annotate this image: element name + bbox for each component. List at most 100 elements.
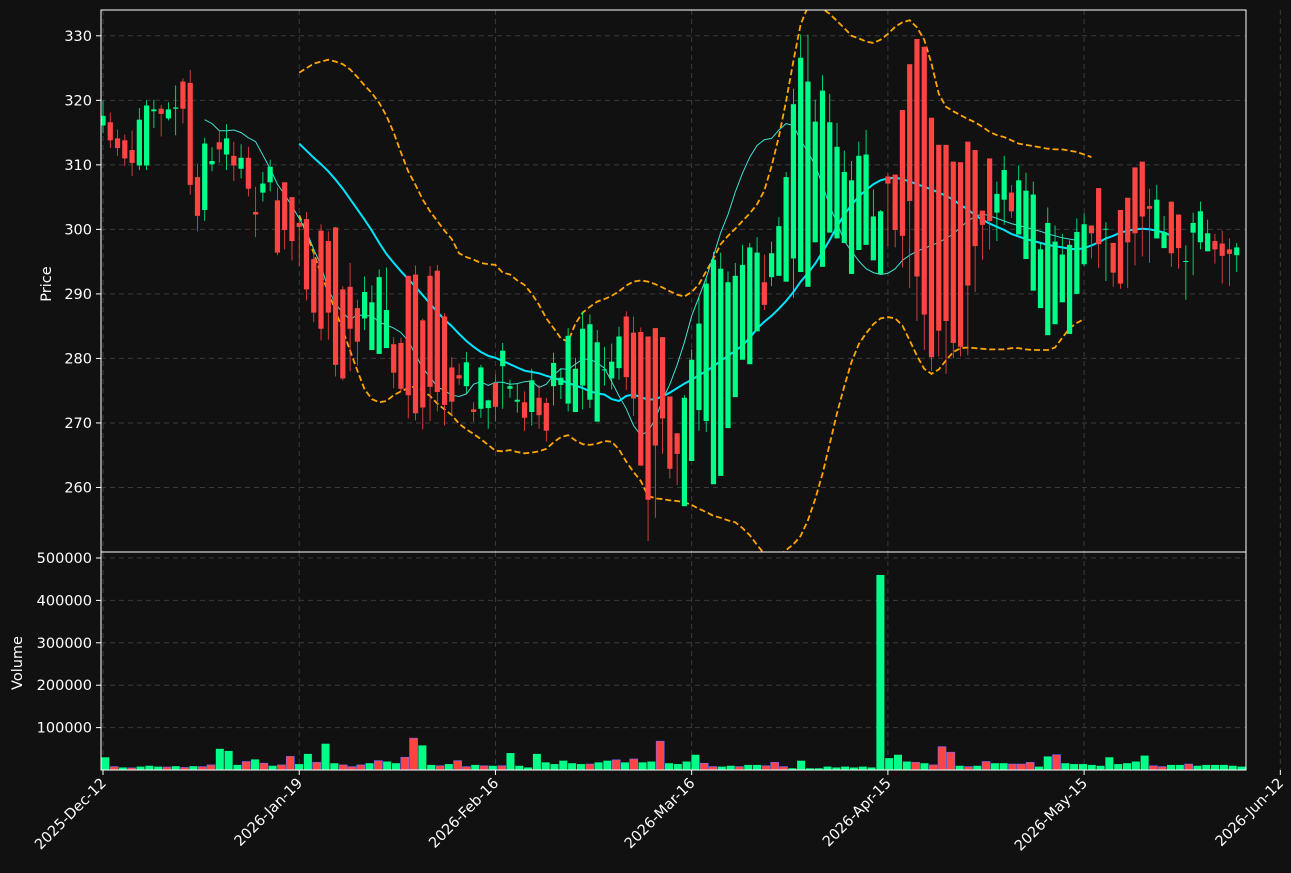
price-tick-label: 270 [64,416,92,432]
candle-body [347,286,353,329]
volume-bar [1157,766,1167,771]
candle-body [1219,243,1225,256]
candle-body [587,324,593,400]
volume-bar [109,766,119,771]
candle-body [274,200,281,253]
candle-body [471,409,477,412]
candle-body [478,367,484,409]
candle-body [1052,241,1058,325]
volume-bar [726,765,735,770]
candle-body [1132,167,1138,234]
candle-body [987,158,993,221]
candle-body [638,331,644,466]
tick-labels: 260 270 280 290 300 310 320 330 100000 200000 3000… [32,29,1287,855]
candle-body [776,226,782,276]
candle-body [521,402,528,418]
volume-bar [823,766,832,770]
candle-body [630,332,637,399]
candle-body [245,157,251,189]
candle-body [914,39,920,277]
volume-bar [418,745,427,770]
candle-body [899,110,906,236]
price-grid [101,10,1281,552]
candle-body [601,369,608,371]
volume-bar [576,764,585,770]
candle-body [376,277,382,354]
candle-body [841,171,847,243]
candle-body [1212,240,1218,250]
candle-body [725,282,731,429]
volume-bar [902,761,911,770]
volume-panel-frame [100,551,1247,771]
volume-bar [937,746,947,771]
candle-body [747,247,753,365]
volume-bar [1140,755,1149,770]
volume-bar [629,758,639,771]
candle-body [943,144,949,322]
price-tick-label: 320 [64,93,92,109]
volume-bar [735,766,744,771]
volume-grid [101,552,1281,770]
volume-bar [101,757,110,770]
candle-body [507,386,513,389]
candle-body [1234,247,1240,256]
volume-bar [964,766,973,771]
volume-bar [1211,764,1220,770]
candle-body [863,154,869,245]
volume-bar [990,763,999,770]
candle-body [798,57,804,272]
x-tick-label: 2026-Jun-12 [1213,776,1287,850]
volume-bar [550,764,559,770]
candle-body [928,117,935,358]
volume-bar [761,765,771,771]
candle-body [892,174,898,231]
volume-bar [585,763,595,771]
volume-bar [779,766,788,771]
candle-body [921,46,927,315]
volume-bar [1149,765,1158,771]
candle-body [391,344,397,373]
candle-body [420,320,426,408]
volume-bar [268,765,277,770]
volume-bar [409,737,418,771]
volume-bar [673,764,682,770]
volume-bar [893,754,902,770]
volume-bar [391,763,400,770]
candle-body [1139,161,1145,217]
candle-body [441,316,448,405]
price-tick-label: 330 [64,29,92,45]
price-tick-label: 260 [64,480,92,496]
volume-bar [215,748,224,770]
axes [96,9,1281,775]
volume-bar [946,751,956,771]
candle-body [165,109,172,119]
candle-body [965,141,971,286]
candle-body [878,211,884,274]
volume-bar [330,763,339,770]
candle-body [550,362,557,387]
volume-bar [400,756,410,771]
chart-figure: 260 270 280 290 300 310 320 330 100000 200000 3000… [0,0,1291,873]
candle-body [580,328,586,386]
volume-bar [876,574,885,770]
candle-body [1154,199,1160,239]
volume-bar [911,762,920,771]
candle-body [834,146,840,239]
volume-bar [515,765,524,770]
volume-bar [347,766,357,771]
volume-tick-label: 200000 [37,678,92,694]
volume-bar [885,758,894,770]
volume-bar [647,761,656,770]
candle-body [1045,222,1051,336]
volume-bar [453,760,462,771]
volume-bar [233,764,242,770]
candle-body [979,210,985,225]
candle-body [1081,224,1087,265]
volume-bar [154,766,163,770]
volume-bar [708,766,718,771]
volume-bar [664,763,673,770]
volume-axis-title: Volume [10,636,26,690]
volume-bar [321,743,330,770]
volume-bar [303,753,312,770]
candle-body [529,380,535,412]
